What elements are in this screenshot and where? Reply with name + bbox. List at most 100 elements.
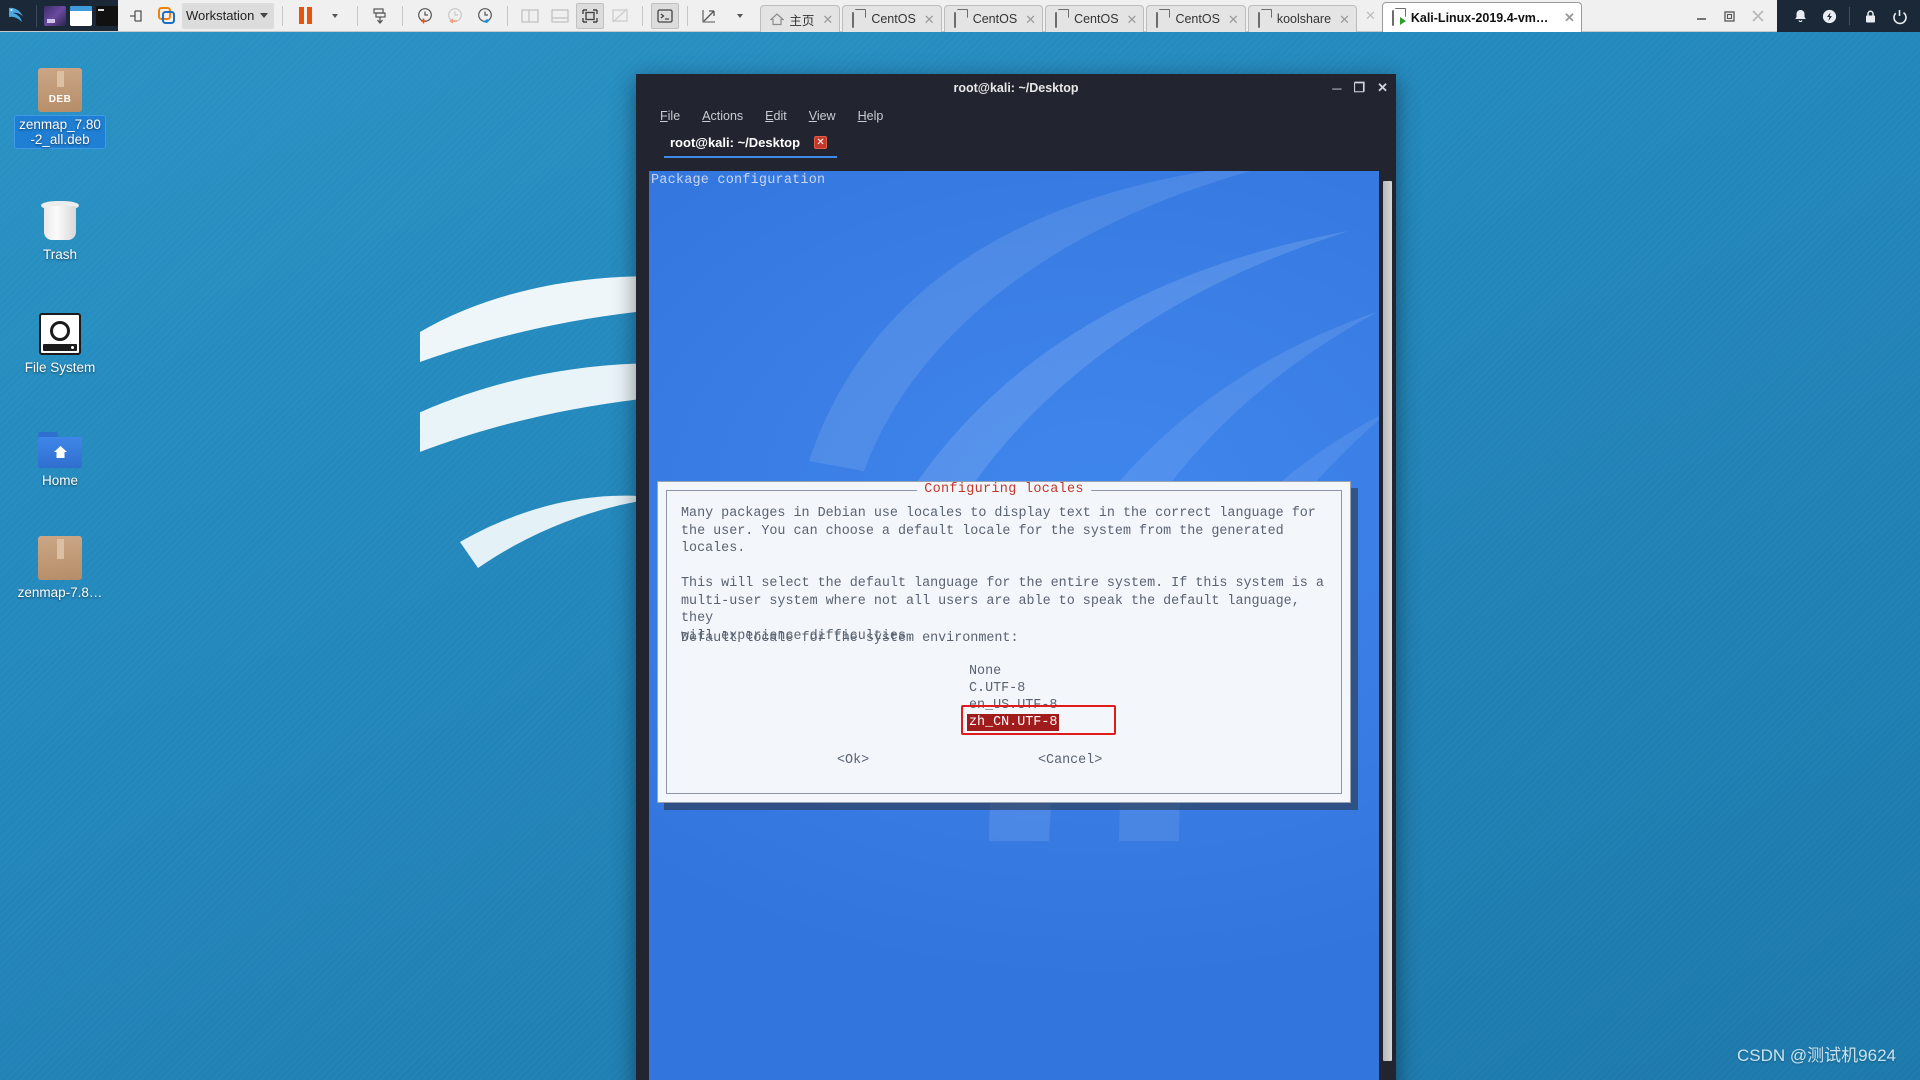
snapshot-manager-icon[interactable] (471, 3, 499, 29)
pin-icon[interactable] (122, 3, 150, 29)
terminal-menubar: File Actions Edit View Help (636, 102, 1396, 130)
lock-icon[interactable] (1857, 3, 1883, 29)
package-configuration-header: Package configuration (651, 173, 825, 188)
locale-option[interactable]: None (967, 664, 1003, 679)
vm-tab-kalilinux20194vmwar-6[interactable]: Kali-Linux-2019.4-vmwar…✕ (1382, 2, 1582, 32)
vmware-logo-icon[interactable] (152, 3, 180, 29)
workstation-menu-button[interactable]: Workstation (182, 3, 274, 29)
terminal-menu-view[interactable]: View (809, 109, 836, 123)
locale-option[interactable]: en_US.UTF-8 (967, 698, 1059, 713)
layout-sidebar-icon[interactable] (516, 3, 544, 29)
snapshot-add-icon[interactable] (411, 3, 439, 29)
terminal-title-text: root@kali: ~/Desktop (953, 81, 1078, 95)
terminal-tab[interactable]: root@kali: ~/Desktop ✕ (664, 132, 837, 158)
close-icon[interactable] (1745, 3, 1771, 29)
tab-dropdown-icon[interactable] (726, 3, 754, 29)
terminal-close-button[interactable]: ✕ (1377, 80, 1388, 96)
vm-tab-close-icon[interactable]: ✕ (820, 13, 833, 26)
trash-icon (8, 184, 112, 242)
desktop-icon-zenmap-deb[interactable]: DEB zenmap_7.80 -2_all.deb (8, 54, 112, 148)
fullscreen-icon[interactable] (576, 3, 604, 29)
window-thumb-3[interactable] (96, 6, 118, 26)
terminal-maximize-button[interactable]: ❐ (1353, 80, 1365, 96)
console-icon[interactable] (651, 3, 679, 29)
vm-tab-overflow-close-icon[interactable]: ✕ (1359, 8, 1382, 24)
terminal-screen[interactable]: Package configuration Configuring locale… (649, 171, 1379, 1080)
locale-option-list[interactable]: None C.UTF-8 en_US.UTF-8zh_CN.UTF-8 (967, 663, 1059, 731)
watermark: CSDN @测试机9624 (1737, 1041, 1896, 1066)
chevron-down-icon (260, 13, 268, 18)
snapshot-take-icon[interactable] (366, 3, 394, 29)
expand-icon[interactable] (696, 3, 724, 29)
bell-icon[interactable] (1787, 3, 1813, 29)
locale-option[interactable]: zh_CN.UTF-8 (967, 714, 1059, 731)
vm-tab-close-icon[interactable]: ✕ (922, 13, 935, 26)
terminal-minimize-button[interactable]: ─ (1332, 81, 1341, 96)
vm-tab-label: koolshare (1277, 12, 1331, 26)
vmware-main-toolbar: Workstation (118, 0, 758, 31)
window-thumb-2[interactable] (70, 6, 92, 26)
window-thumb-1[interactable] (44, 6, 66, 26)
divider (687, 6, 688, 26)
vm-tab-close-icon[interactable]: ✕ (1226, 13, 1239, 26)
terminal-tab-label: root@kali: ~/Desktop (670, 135, 800, 150)
restore-icon[interactable] (1717, 3, 1743, 29)
minimize-icon[interactable] (1689, 3, 1715, 29)
pause-icon[interactable] (291, 3, 319, 29)
layout-bottom-icon[interactable] (546, 3, 574, 29)
vm-tab-centos-4[interactable]: CentOS✕ (1146, 5, 1245, 32)
divider (507, 6, 508, 26)
vm-tab-close-icon[interactable]: ✕ (1023, 13, 1036, 26)
ok-button[interactable]: <Ok> (837, 753, 869, 768)
terminal-tabbar: root@kali: ~/Desktop ✕ (636, 130, 1396, 160)
cancel-button[interactable]: <Cancel> (1038, 753, 1102, 768)
vm-tab-close-icon[interactable]: ✕ (1562, 11, 1575, 24)
dialog-body-text: Many packages in Debian use locales to d… (681, 505, 1331, 645)
logout-icon[interactable] (1886, 3, 1912, 29)
locale-option-row[interactable]: en_US.UTF-8 (967, 697, 1059, 714)
terminal-titlebar: root@kali: ~/Desktop ─ ❐ ✕ (636, 74, 1396, 102)
locale-option-row[interactable]: None (967, 663, 1059, 680)
vm-tab-centos-2[interactable]: CentOS✕ (944, 5, 1043, 32)
desktop-icon-zenmap-folder[interactable]: zenmap-7.8… (8, 522, 112, 601)
vm-window-icon (1156, 13, 1169, 26)
unity-icon[interactable] (606, 3, 634, 29)
package-icon (8, 522, 112, 580)
workstation-label: Workstation (186, 8, 254, 23)
desktop-icon-home[interactable]: Home (8, 410, 112, 489)
divider (357, 6, 358, 26)
terminal-menu-file[interactable]: File (660, 109, 680, 123)
vm-tab-home-0[interactable]: 主页 ✕ (760, 5, 840, 32)
vmware-logo-zone (0, 0, 118, 31)
terminal-scrollbar-thumb[interactable] (1383, 181, 1392, 1061)
terminal-menu-actions[interactable]: Actions (702, 109, 743, 123)
home-icon (770, 13, 783, 26)
divider (402, 6, 403, 26)
desktop-icon-label: File System (21, 359, 100, 376)
desktop-icon-trash[interactable]: Trash (8, 184, 112, 263)
terminal-menu-help[interactable]: Help (858, 109, 884, 123)
desktop-icon-label: Trash (39, 246, 81, 263)
deb-package-icon: DEB (8, 54, 112, 112)
terminal-window-buttons: ─ ❐ ✕ (1332, 74, 1388, 102)
system-tray (1777, 0, 1920, 32)
vm-tab-label: 主页 (789, 10, 814, 29)
desktop-icon-file-system[interactable]: File System (8, 297, 112, 376)
terminal-tab-close-icon[interactable]: ✕ (814, 136, 827, 149)
locale-option[interactable]: C.UTF-8 (967, 681, 1027, 696)
vm-tab-centos-3[interactable]: CentOS ✕ (1045, 5, 1144, 32)
vm-tab-label: CentOS (1074, 12, 1118, 26)
power-icon[interactable] (1816, 3, 1842, 29)
vm-tab-koolshare-5[interactable]: koolshare ✕ (1248, 5, 1357, 32)
vm-tab-centos-1[interactable]: CentOS✕ (842, 5, 941, 32)
kali-dragon-icon (5, 4, 29, 28)
snapshot-revert-icon[interactable] (441, 3, 469, 29)
vm-tab-close-icon[interactable]: ✕ (1337, 13, 1350, 26)
terminal-menu-edit[interactable]: Edit (765, 109, 787, 123)
locale-option-row[interactable]: C.UTF-8 (967, 680, 1059, 697)
vm-tab-close-icon[interactable]: ✕ (1125, 13, 1138, 26)
terminal-scrollbar[interactable] (1383, 171, 1392, 1080)
locale-option-row[interactable]: zh_CN.UTF-8 (967, 714, 1059, 731)
pause-dropdown-icon[interactable] (321, 3, 349, 29)
desktop-icon-label: zenmap_7.80 -2_all.deb (15, 116, 105, 148)
